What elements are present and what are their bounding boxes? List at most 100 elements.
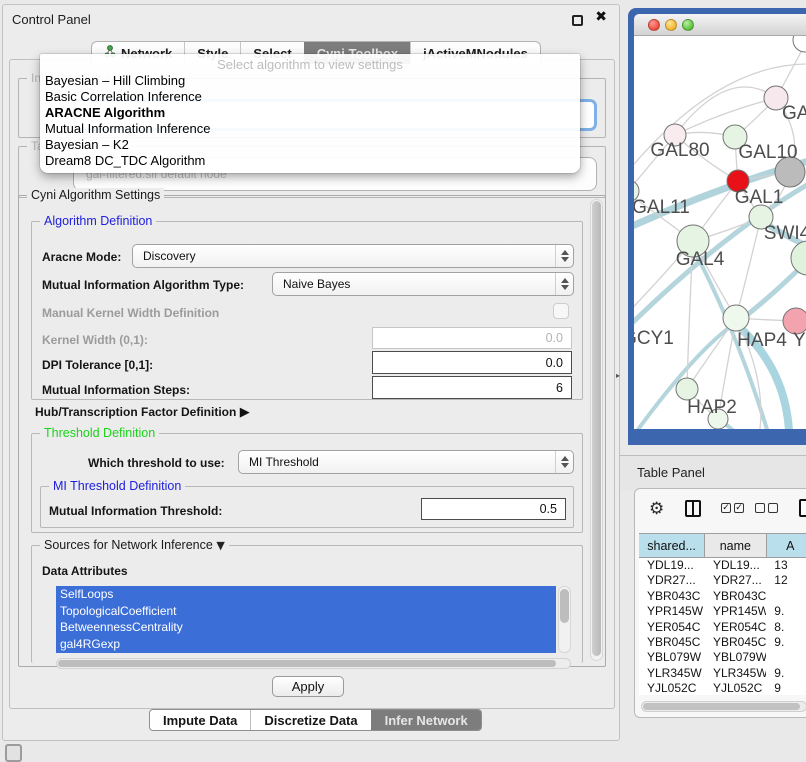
table-cell: YBL079W [705,650,766,665]
bottom-tab-impute-data[interactable]: Impute Data [150,710,250,730]
mi-threshold-definition-group: MI Threshold Definition Mutual Informati… [40,486,574,528]
attributes-scrollbar-thumb[interactable] [560,589,569,623]
settings-scrollbar[interactable] [590,199,603,661]
algorithm-dropdown-popup: Select algorithm to view settings Bayesi… [40,54,580,173]
table-row[interactable]: YJL052CYJL052C9 [639,681,806,695]
network-canvas[interactable]: GALGAL80GAL10GAL1GAL11SWI4GAL4GCY1HAP4YH… [634,36,806,429]
bottom-tabbar: Impute DataDiscretize DataInfer Network [149,709,482,731]
table-row[interactable]: YBL079WYBL079W [639,650,806,665]
network-node-hap4[interactable] [723,305,749,331]
new-table-icon[interactable] [799,499,806,517]
window-minimize-button[interactable] [665,19,677,31]
panel-resize-handle[interactable]: ▸ [616,371,623,380]
threshold-definition-group: Threshold Definition Which threshold to … [31,433,583,533]
node-label: GAL4 [676,249,725,270]
table-cell: 8. [766,620,806,635]
dropdown-item[interactable]: Bayesian – Hill Climbing [40,73,580,89]
float-panel-icon[interactable] [572,15,583,26]
close-icon[interactable]: ✖ [595,9,607,25]
table-toolbar: ⚙ ✓✓ [635,497,806,523]
table-row[interactable]: YDL19...YDL19...13 [639,558,806,573]
table-cell [766,650,806,665]
dropdown-item[interactable]: ARACNE Algorithm [40,105,580,121]
table-row[interactable]: YER054CYER054C8. [639,620,806,635]
settings-scrollbar-thumb[interactable] [592,201,601,656]
manual-kernel-checkbox[interactable] [553,303,569,319]
aracne-mode-combobox[interactable]: Discovery [132,244,574,268]
dpi-tolerance-input[interactable]: 0.0 [372,351,572,374]
table-column-header[interactable]: name [705,534,766,557]
hub-definition-label: Hub/Transcription Factor Definition [35,405,236,419]
mi-type-combobox[interactable]: Naive Bayes [272,272,574,296]
network-node[interactable] [793,36,806,52]
table-cell: YER054C [639,620,705,635]
algorithm-definition-group: Algorithm Definition Aracne Mode: Discov… [31,221,583,400]
table-cell: YBL079W [639,650,705,665]
table-row[interactable]: YBR045CYBR045C9. [639,635,806,650]
window-close-button[interactable] [648,19,660,31]
dropdown-item[interactable]: Basic Correlation Inference [40,89,580,105]
table-hscrollbar-thumb[interactable] [643,703,800,710]
attribute-list-item[interactable]: SelfLoops [56,586,556,603]
kernel-width-input[interactable]: 0.0 [372,327,572,349]
mi-threshold-input[interactable]: 0.5 [421,498,566,520]
gear-icon[interactable]: ⚙ [649,499,664,519]
manual-kernel-label: Manual Kernel Width Definition [42,306,219,320]
node-table: shared...nameA YDL19...YDL19...13YDR27..… [639,533,806,715]
stepper-arrows-icon [555,273,573,295]
table-row[interactable]: YDR27...YDR27...12 [639,573,806,588]
dropdown-item[interactable]: Mutual Information Inference [40,121,580,137]
table-row[interactable]: YPR145WYPR145W9. [639,604,806,619]
mi-threshold-label: Mutual Information Threshold: [49,504,222,518]
dropdown-item[interactable]: Dream8 DC_TDC Algorithm [40,153,580,169]
attributes-scrollbar[interactable] [558,586,571,653]
table-cell: YBR045C [639,635,705,650]
table-hscrollbar[interactable] [641,701,806,712]
data-attributes-list: SelfLoopsTopologicalCoefficientBetweenne… [56,586,556,653]
mi-steps-input[interactable]: 6 [372,376,572,399]
sources-toggle[interactable]: Sources for Network Inference ▼ [40,538,229,552]
dropdown-item[interactable]: Bayesian – K2 [40,137,580,153]
hub-definition-toggle[interactable]: Hub/Transcription Factor Definition ▶ [35,405,250,420]
collapsed-panel-icon[interactable] [5,744,22,762]
bottom-tab-infer-network[interactable]: Infer Network [371,710,481,730]
threshold-definition-title: Threshold Definition [40,426,159,440]
window-zoom-button[interactable] [682,19,694,31]
node-label: Y [793,330,806,351]
table-column-header[interactable]: shared... [639,534,705,557]
node-label: GAL10 [738,142,797,163]
which-threshold-combobox[interactable]: MI Threshold [238,450,574,474]
attributes-hscrollbar[interactable] [56,658,571,669]
table-cell: 9 [766,681,806,695]
dpi-tolerance-label: DPI Tolerance [0,1]: [42,358,153,372]
application-window: Control Panel ✖ NetworkStyleSelectCyni T… [0,0,806,762]
cyni-algorithm-settings-group: Cyni Algorithm Settings Algorithm Defini… [18,195,606,667]
algorithm-definition-title: Algorithm Definition [40,214,156,228]
network-window-titlebar[interactable] [634,14,806,36]
deselect-all-checkboxes-icon[interactable] [755,503,778,513]
node-label: HAP2 [687,397,737,418]
bottom-tab-discretize-data[interactable]: Discretize Data [250,710,370,730]
table-panel-header: Table Panel [620,455,806,490]
expanded-arrow-icon: ▼ [216,539,224,552]
attribute-list-item[interactable]: TopologicalCoefficient [56,603,556,620]
table-row[interactable]: YLR345WYLR345W9. [639,666,806,681]
aracne-mode-label: Aracne Mode: [42,250,121,264]
table-cell: YPR145W [705,604,766,619]
table-cell: YLR345W [639,666,705,681]
table-column-header[interactable]: A [767,534,806,557]
table-cell: YDL19... [639,558,705,573]
attribute-list-item[interactable]: gal4RGexp [56,636,556,653]
attribute-list-item[interactable]: BetweennessCentrality [56,619,556,636]
select-all-checkboxes-icon[interactable]: ✓✓ [721,503,744,513]
attributes-hscrollbar-thumb[interactable] [58,660,556,667]
split-columns-icon[interactable] [685,500,701,517]
apply-button[interactable]: Apply [272,676,344,697]
table-panel: ⚙ ✓✓ shared...nameA YDL19...YDL19...13YD… [634,488,806,718]
network-node[interactable] [791,241,806,275]
collapsed-arrow-icon: ▶ [240,405,250,420]
table-cell: 12 [766,573,806,588]
table-row[interactable]: YBR043CYBR043C [639,589,806,604]
table-cell: YDR27... [639,573,705,588]
mi-threshold-definition-title: MI Threshold Definition [49,479,185,493]
